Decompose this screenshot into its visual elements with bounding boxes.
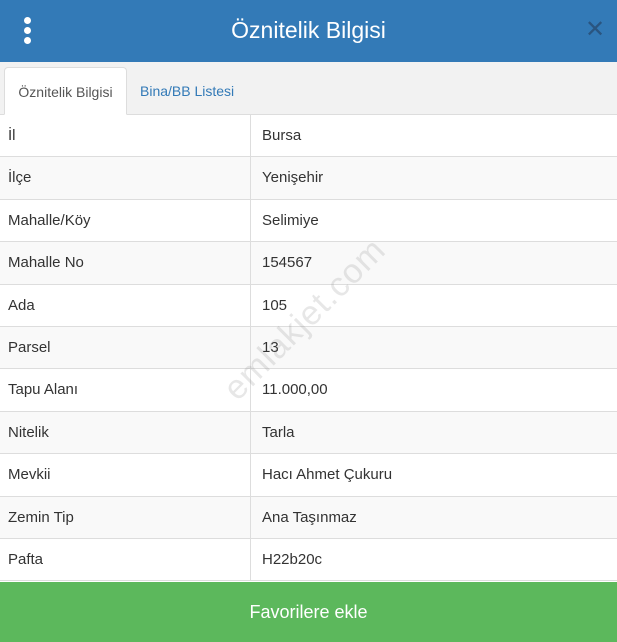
row-key: Ada	[0, 284, 251, 326]
row-key: Mahalle No	[0, 242, 251, 284]
row-value: Tarla	[262, 423, 295, 441]
close-icon[interactable]: ✕	[581, 16, 609, 44]
row-value: Bursa	[262, 127, 302, 144]
row-key: Mahalle/Köy	[0, 199, 251, 242]
row-key: Pafta	[0, 538, 251, 581]
row-key: İlçe	[0, 157, 251, 199]
table-row: Mevkii Hacı Ahmet Çukuru	[0, 454, 617, 497]
row-key: Nitelik	[0, 411, 251, 454]
row-value: Ana Taşınmaz	[262, 508, 357, 526]
table-row: İlçe Yenişehir	[0, 157, 617, 200]
row-key: Parsel	[0, 326, 251, 369]
table-row: Parsel 13	[0, 326, 617, 370]
table-row: Mahalle No 154567	[0, 242, 617, 285]
table-row: Mahalle/Köy Selimiye	[0, 199, 617, 243]
table-row: Tapu Alanı 11.000,00	[0, 369, 617, 412]
modal-title: Öznitelik Bilgisi	[231, 17, 386, 43]
row-key: Mevkii	[0, 454, 251, 496]
table-row: Ada 105	[0, 284, 617, 327]
row-value: 11.000,00	[262, 381, 328, 399]
row-value: Yenişehir	[262, 169, 324, 187]
table-row: İl Bursa	[0, 115, 617, 158]
attribute-table: İl Bursa İlçe Yenişehir Mahalle/Köy Seli…	[0, 115, 617, 582]
row-key: İl	[0, 115, 251, 157]
row-value: H22b20c	[262, 550, 323, 568]
row-key: Tapu Alanı	[0, 369, 251, 411]
tab-oznitelik-bilgisi[interactable]: Öznitelik Bilgisi	[4, 67, 127, 115]
add-to-favorites-button[interactable]: Favorilere ekle	[0, 582, 617, 642]
row-value: 154567	[262, 254, 313, 272]
row-value: Hacı Ahmet Çukuru	[262, 466, 393, 484]
tab-bar: Öznitelik Bilgisi Bina/BB Listesi	[0, 62, 617, 115]
row-value: Selimiye	[262, 211, 319, 229]
table-row: Zemin Tip Ana Taşınmaz	[0, 496, 617, 539]
row-value: 105	[262, 296, 288, 314]
row-key: Zemin Tip	[0, 496, 251, 538]
row-value: 13	[262, 338, 279, 356]
modal-header: Öznitelik Bilgisi ✕	[0, 0, 617, 62]
table-row: Nitelik Tarla	[0, 411, 617, 455]
table-row: Pafta H22b20c	[0, 538, 617, 582]
tab-bina-bb-listesi[interactable]: Bina/BB Listesi	[130, 67, 244, 115]
